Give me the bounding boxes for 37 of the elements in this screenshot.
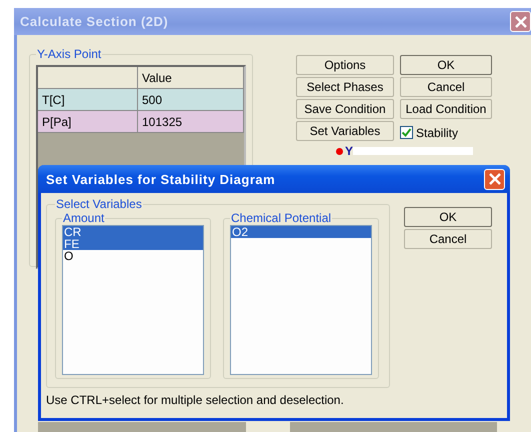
axis-label: Y bbox=[345, 144, 354, 158]
close-button[interactable] bbox=[510, 11, 531, 32]
group-title: Select Variables bbox=[55, 197, 143, 211]
checkbox[interactable] bbox=[400, 126, 413, 139]
dialog-button[interactable]: OK bbox=[400, 55, 492, 75]
group-title: Chemical Potential bbox=[230, 211, 332, 225]
close-button[interactable] bbox=[484, 168, 505, 190]
close-icon bbox=[514, 14, 528, 28]
list-item[interactable]: CR bbox=[63, 226, 203, 238]
stability-checkbox[interactable]: Stability bbox=[400, 124, 492, 141]
dialog-button[interactable]: Select Phases bbox=[296, 77, 394, 97]
list-item[interactable]: FE bbox=[63, 238, 203, 250]
table-cell[interactable]: 500 bbox=[138, 89, 244, 111]
window-title: Set Variables for Stability Diagram bbox=[46, 172, 276, 186]
point-marker-icon bbox=[336, 148, 343, 154]
dialog-button[interactable]: Cancel bbox=[400, 77, 492, 97]
window-title: Calculate Section (2D) bbox=[20, 14, 168, 29]
row-header: P[Pa] bbox=[38, 111, 138, 133]
row-header: T[C] bbox=[38, 89, 138, 111]
dialog-button[interactable]: Options bbox=[296, 55, 394, 75]
column-header: Value bbox=[138, 67, 244, 89]
input-field[interactable] bbox=[353, 147, 474, 155]
list-item[interactable]: O bbox=[63, 250, 203, 262]
dialog-button[interactable]: OK bbox=[404, 207, 492, 227]
dialog-button[interactable]: Load Condition bbox=[400, 99, 492, 119]
checkbox-label: Stability bbox=[416, 126, 458, 140]
list-item[interactable]: O2 bbox=[231, 226, 371, 238]
group-title: Amount bbox=[62, 211, 106, 225]
group-title: Y-Axis Point bbox=[36, 47, 102, 61]
dialog-button[interactable]: Save Condition bbox=[296, 99, 394, 119]
dialog-button[interactable]: Cancel bbox=[404, 229, 492, 249]
close-icon bbox=[488, 172, 502, 186]
list-box[interactable]: O2 bbox=[230, 225, 372, 375]
list-box[interactable]: CR FE O bbox=[62, 225, 204, 375]
table-cell[interactable]: 101325 bbox=[138, 111, 244, 133]
dialog-button[interactable]: Set Variables bbox=[296, 121, 394, 141]
hint-text: Use CTRL+select for multiple selection and deselection. bbox=[46, 393, 345, 407]
